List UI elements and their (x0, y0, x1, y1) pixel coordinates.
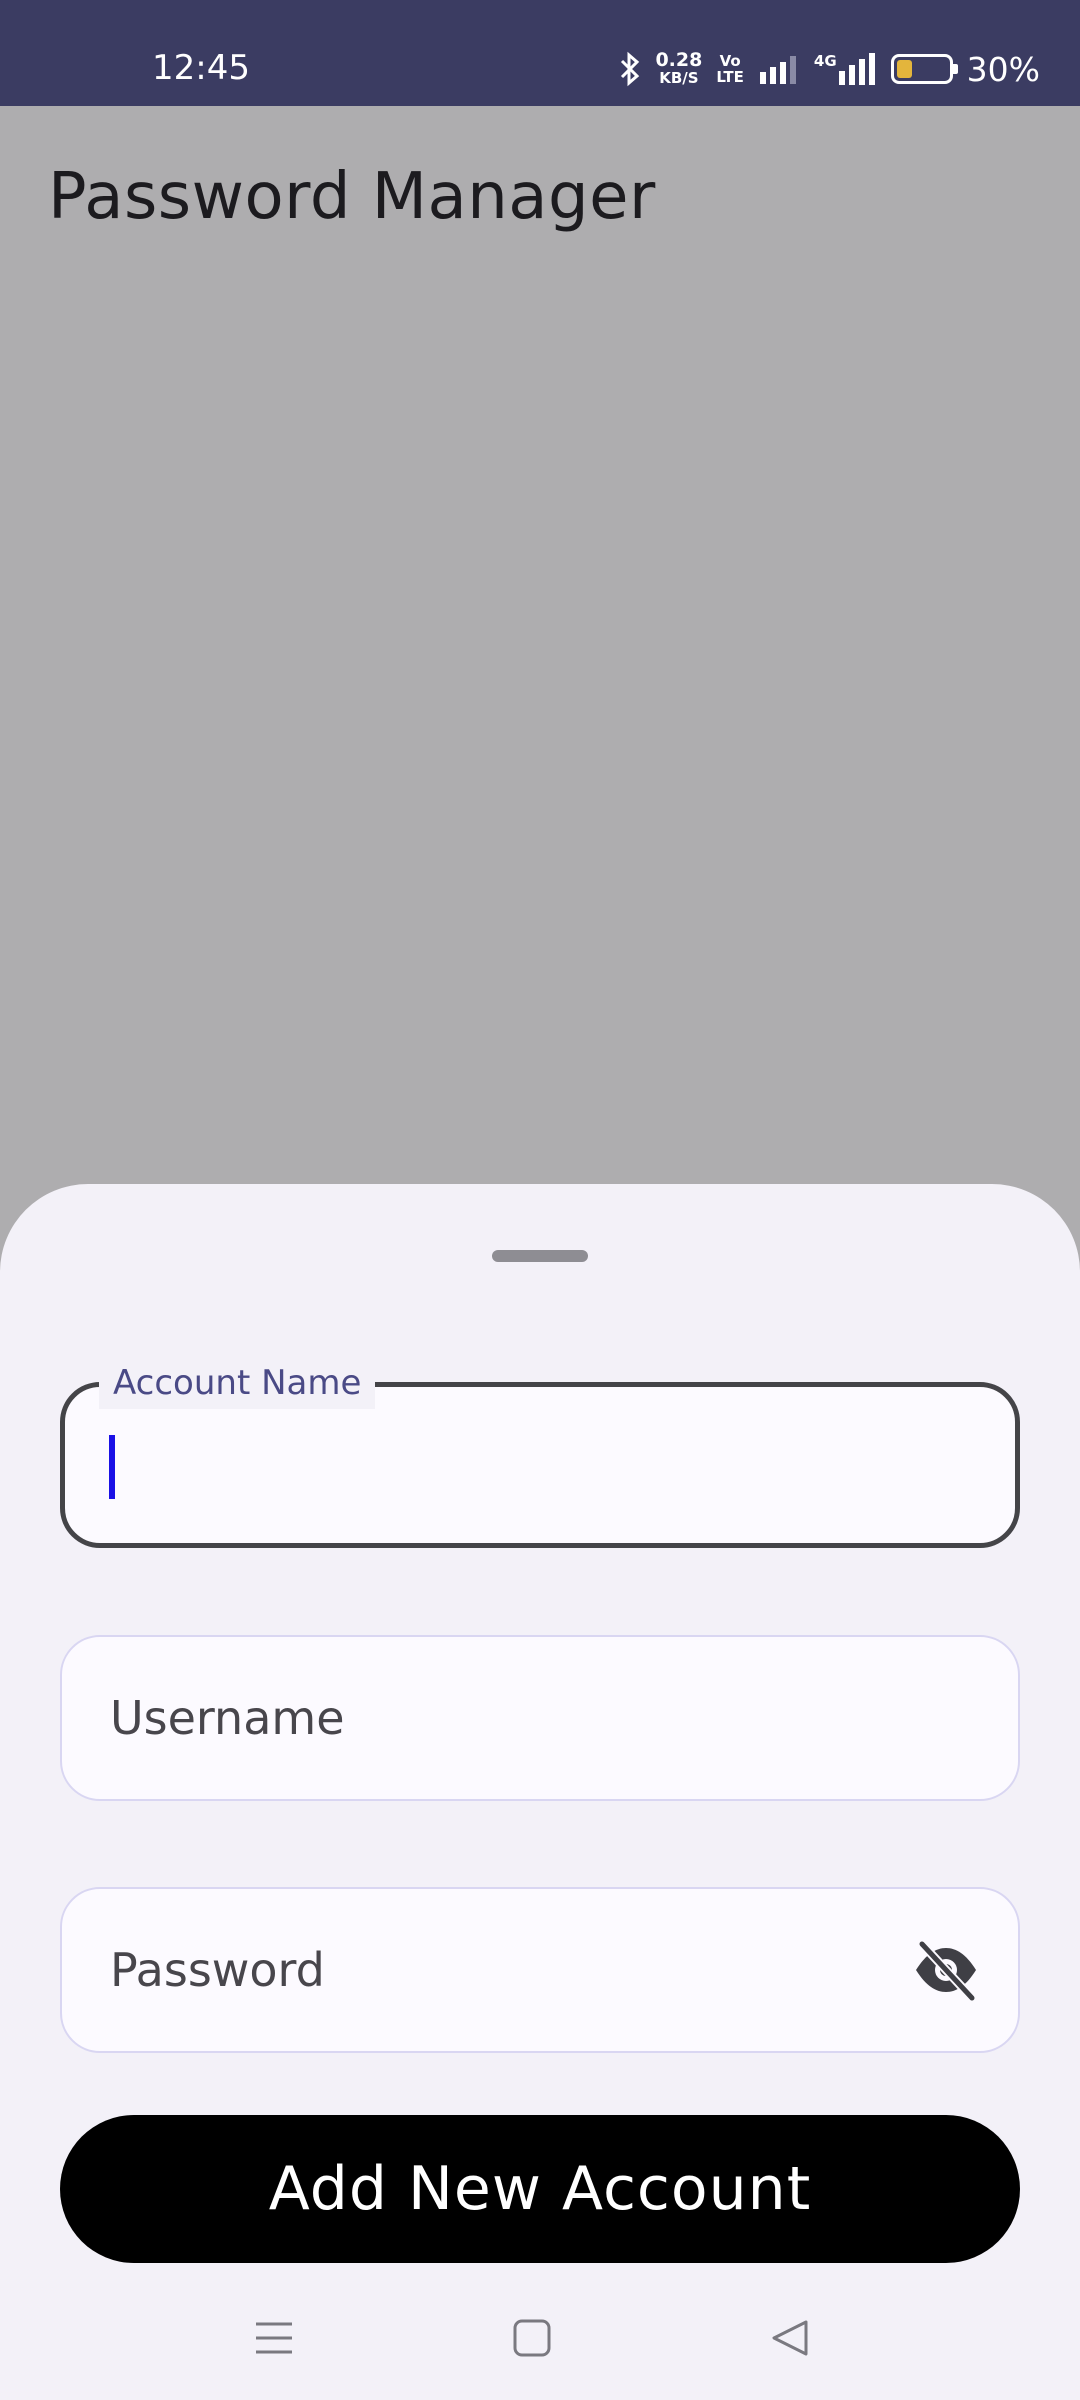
page-title: Password Manager (48, 160, 656, 234)
battery-percent: 30% (966, 49, 1040, 89)
status-bar: 12:45 0.28 KB/S Vo LTE 4G 30% (0, 0, 1080, 106)
network-type-label: 4G (813, 52, 837, 70)
bluetooth-icon (621, 51, 640, 87)
text-cursor (109, 1435, 115, 1499)
network-speed-unit: KB/S (659, 69, 699, 87)
status-icons: 0.28 KB/S Vo LTE 4G 30% (619, 44, 1040, 94)
username-field[interactable]: Username (60, 1635, 1020, 1801)
signal-strength-icon-2 (838, 53, 875, 85)
signal-strength-icon (759, 56, 796, 84)
volte-bottom-label: LTE (716, 68, 744, 86)
home-square-icon[interactable] (510, 2316, 554, 2360)
volte-indicator: Vo LTE (716, 53, 744, 85)
battery-icon (890, 54, 958, 84)
add-account-bottom-sheet: Account Name Username Password Add New A… (0, 1184, 1080, 2400)
back-triangle-icon[interactable] (768, 2316, 812, 2360)
status-time: 12:45 (152, 48, 250, 88)
account-name-label: Account Name (99, 1357, 376, 1409)
password-placeholder: Password (110, 1943, 325, 1997)
network-speed: 0.28 KB/S (655, 49, 703, 88)
account-name-field[interactable]: Account Name (60, 1357, 1020, 1548)
system-nav-bar (0, 2270, 1080, 2400)
eye-off-icon[interactable] (910, 1934, 982, 2006)
menu-icon[interactable] (252, 2316, 296, 2360)
username-placeholder: Username (110, 1691, 345, 1745)
volte-top-label: Vo (719, 52, 741, 70)
network-type-signal: 4G (814, 53, 877, 85)
network-speed-value: 0.28 (655, 49, 703, 71)
password-field[interactable]: Password (60, 1887, 1020, 2053)
add-new-account-button[interactable]: Add New Account (60, 2115, 1020, 2263)
sheet-drag-handle[interactable] (492, 1250, 588, 1262)
battery-level-fill (896, 60, 912, 78)
